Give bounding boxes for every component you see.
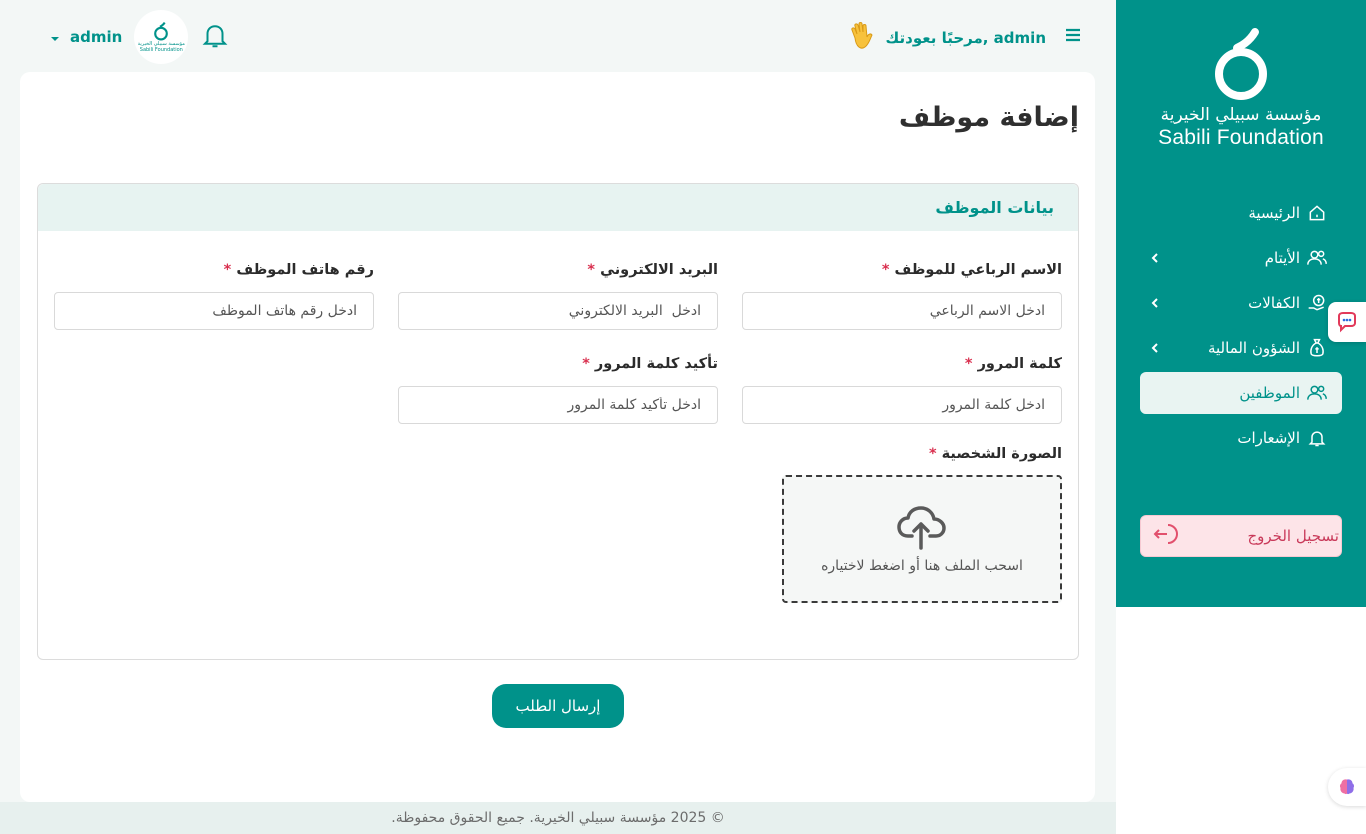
welcome-text: مرحبًا بعودتك, admin — [885, 29, 1046, 47]
email-input[interactable] — [398, 292, 718, 330]
required-mark: * — [223, 262, 232, 278]
full-name-field: الاسم الرباعي للموظف * — [742, 262, 1062, 330]
sidebar-item-finance[interactable]: الشؤون المالية — [1140, 327, 1342, 369]
logo-mark-icon — [1215, 28, 1267, 100]
dropzone-hint: اسحب الملف هنا أو اضغط لاختياره — [821, 558, 1023, 574]
money-bag-icon — [1306, 337, 1328, 359]
footer: © 2025 مؤسسة سبيلي الخيرية. جميع الحقوق … — [0, 802, 1116, 834]
password-input[interactable] — [742, 386, 1062, 424]
chevron-left-icon — [1150, 295, 1160, 313]
sidebar-item-home[interactable]: الرئيسية — [1140, 192, 1342, 234]
hand-coin-icon — [1306, 292, 1328, 314]
welcome-message: مرحبًا بعودتك, admin — [846, 20, 1046, 56]
phone-field: رقم هاتف الموظف * — [54, 262, 374, 330]
sidebar-item-label: الشؤون المالية — [1207, 339, 1300, 357]
brand-name-ar: مؤسسة سبيلي الخيرية — [1160, 105, 1322, 125]
phone-input[interactable] — [54, 292, 374, 330]
bell-icon — [1306, 427, 1328, 449]
section-title: بيانات الموظف — [38, 184, 1078, 231]
sidebar-bottom-area — [1116, 607, 1366, 834]
sidebar-item-label: الموظفين — [1239, 384, 1300, 402]
confirm-password-input[interactable] — [398, 386, 718, 424]
logout-button[interactable]: تسجيل الخروج — [1140, 515, 1342, 557]
email-label: البريد الالكتروني * — [587, 262, 718, 278]
user-menu[interactable]: admin مؤسسة سبيلي الخيرية Sabili Foundat… — [50, 10, 230, 64]
sidebar-item-label: الأيتام — [1264, 249, 1300, 267]
chevron-left-icon — [1150, 340, 1160, 358]
required-mark: * — [928, 446, 937, 462]
sidebar-item-label: الإشعارات — [1237, 429, 1300, 447]
logout-label: تسجيل الخروج — [1247, 527, 1339, 545]
required-mark: * — [881, 262, 890, 278]
employee-data-section: بيانات الموظف الاسم الرباعي للموظف * الب… — [37, 183, 1079, 660]
brain-icon — [1339, 779, 1355, 795]
avatar: مؤسسة سبيلي الخيرية Sabili Foundation — [134, 10, 189, 64]
assistant-widget-button[interactable] — [1328, 768, 1366, 806]
logout-icon — [1151, 520, 1179, 552]
notification-bell-icon[interactable] — [200, 20, 230, 54]
brand-logo: مؤسسة سبيلي الخيرية Sabili Foundation — [1116, 26, 1366, 150]
password-label: كلمة المرور * — [964, 356, 1062, 372]
sidebar-item-sponsorships[interactable]: الكفالات — [1140, 282, 1342, 324]
confirm-password-label: تأكيد كلمة المرور * — [582, 356, 718, 372]
top-header: مرحبًا بعودتك, admin admin مؤسسة سبيلي ا… — [0, 0, 1116, 72]
users-icon — [1306, 382, 1328, 404]
confirm-password-field: تأكيد كلمة المرور * — [398, 356, 718, 424]
cloud-upload-icon — [897, 506, 946, 550]
sidebar-item-orphans[interactable]: الأيتام — [1140, 237, 1342, 279]
submit-button[interactable]: إرسال الطلب — [492, 684, 624, 728]
user-name: admin — [70, 28, 123, 46]
sidebar-item-notifications[interactable]: الإشعارات — [1140, 417, 1342, 459]
waving-hand-icon — [846, 20, 878, 56]
chevron-left-icon — [1150, 250, 1160, 268]
phone-label: رقم هاتف الموظف * — [223, 262, 374, 278]
avatar-logo-icon — [154, 22, 169, 41]
full-name-input[interactable] — [742, 292, 1062, 330]
main-card: إضافة موظف بيانات الموظف الاسم الرباعي ل… — [20, 72, 1095, 802]
required-mark: * — [582, 356, 590, 372]
password-field: كلمة المرور * — [742, 356, 1062, 424]
home-icon — [1306, 202, 1328, 224]
caret-down-icon — [50, 28, 60, 47]
chat-widget-button[interactable] — [1328, 302, 1366, 342]
avatar-brand-en: Sabili Foundation — [139, 47, 183, 53]
sidebar-item-label: الكفالات — [1248, 294, 1300, 312]
menu-toggle-icon[interactable] — [1064, 27, 1082, 47]
users-icon — [1306, 247, 1328, 269]
chat-icon — [1338, 312, 1356, 333]
profile-photo-label: الصورة الشخصية * — [928, 446, 1062, 462]
footer-text: © 2025 مؤسسة سبيلي الخيرية. جميع الحقوق … — [391, 810, 725, 826]
profile-photo-dropzone[interactable]: اسحب الملف هنا أو اضغط لاختياره — [782, 475, 1062, 603]
sidebar-item-label: الرئيسية — [1248, 204, 1300, 222]
required-mark: * — [587, 262, 595, 278]
required-mark: * — [964, 356, 973, 372]
email-field: البريد الالكتروني * — [398, 262, 718, 330]
page-title: إضافة موظف — [898, 102, 1079, 133]
brand-name-en: Sabili Foundation — [1158, 126, 1324, 149]
sidebar-item-employees[interactable]: الموظفين — [1140, 372, 1342, 414]
sidebar: مؤسسة سبيلي الخيرية Sabili Foundation ال… — [1116, 0, 1366, 607]
full-name-label: الاسم الرباعي للموظف * — [881, 262, 1062, 278]
sidebar-nav: الرئيسية الأيتام الكفالات الشؤون المالية… — [1140, 192, 1342, 462]
